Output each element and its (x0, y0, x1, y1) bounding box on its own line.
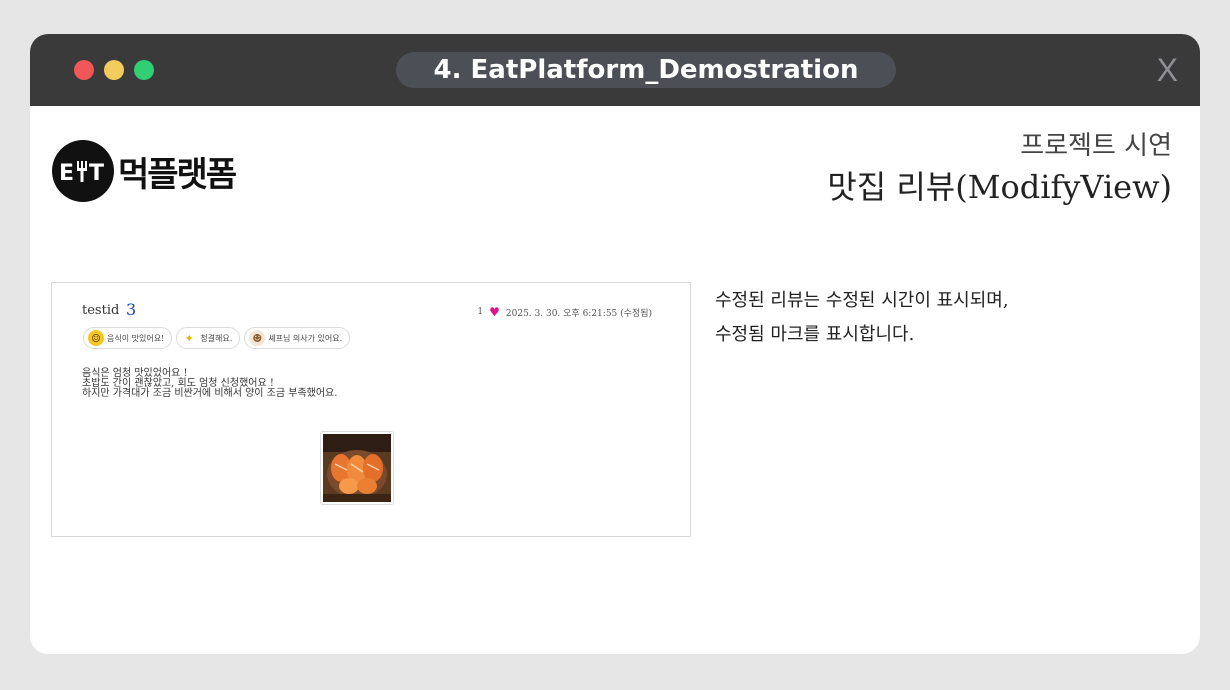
slide-title: 맛집 리뷰(ModifyView) (827, 168, 1172, 206)
tag-label: 청결해요. (200, 333, 233, 343)
sparkle-icon: ✦ (184, 331, 194, 345)
review-card: testid 3 1 ♥ 2025. 3. 30. 오후 6:21:55 (수정… (51, 282, 691, 537)
review-tags: ☺ 음식이 맛있어요! ✦ 청결해요. ☻ 셰프님 의사가 있어요. (83, 327, 351, 349)
review-user-id: testid (82, 303, 120, 318)
window-title: 4. EatPlatform_Demostration (396, 52, 896, 88)
food-photo-image (323, 434, 391, 502)
slide-description: 수정된 리뷰는 수정된 시간이 표시되며, 수정됨 마크를 표시합니다. (715, 284, 1009, 352)
description-line: 수정된 리뷰는 수정된 시간이 표시되며, (715, 290, 1009, 311)
review-rating: 3 (126, 300, 137, 319)
tag-label: 셰프님 의사가 있어요. (268, 333, 343, 343)
close-icon[interactable]: X (1157, 50, 1178, 90)
logo-mark: E T (52, 140, 114, 202)
slide-heading: 프로젝트 시연 맛집 리뷰(ModifyView) (827, 126, 1172, 208)
review-photo[interactable] (320, 431, 394, 505)
review-tag: ☺ 음식이 맛있어요! (83, 327, 173, 349)
smile-icon: ☺ (88, 330, 104, 346)
review-tag: ☻ 셰프님 의사가 있어요. (244, 327, 351, 349)
eat-logo-icon: E T (59, 161, 105, 186)
title-bar: 4. EatPlatform_Demostration X (30, 34, 1200, 106)
svg-text:T: T (89, 161, 104, 186)
chef-icon: ☻ (249, 330, 266, 346)
review-timestamp: 2025. 3. 30. 오후 6:21:55 (수정됨) (505, 308, 652, 319)
svg-text:E: E (59, 161, 73, 186)
presentation-window: 4. EatPlatform_Demostration X E T 먹플랫폼 프… (30, 34, 1200, 654)
maximize-window-button[interactable] (134, 60, 154, 80)
review-meta: 1 ♥ 2025. 3. 30. 오후 6:21:55 (수정됨) (477, 305, 652, 319)
close-window-button[interactable] (74, 60, 94, 80)
review-body: 음식은 엄청 맛있었어요 ! 초밥도 간이 괜찮았고, 회도 엄청 신청했어요 … (82, 369, 337, 399)
logo-text: 먹플랫폼 (118, 154, 237, 195)
heart-icon[interactable]: ♥ (489, 305, 500, 319)
slide-subtitle: 프로젝트 시연 (1020, 131, 1172, 161)
description-line: 수정됨 마크를 표시합니다. (715, 324, 915, 345)
brand-logo: E T 먹플랫폼 (52, 140, 237, 202)
tag-label: 음식이 맛있어요! (107, 333, 165, 343)
review-body-line: 하지만 가격대가 조금 비싼거에 비해서 양이 조금 부족했어요. (82, 388, 338, 399)
review-tag: ✦ 청결해요. (176, 327, 241, 349)
minimize-window-button[interactable] (104, 60, 124, 80)
like-count: 1 (477, 307, 484, 317)
